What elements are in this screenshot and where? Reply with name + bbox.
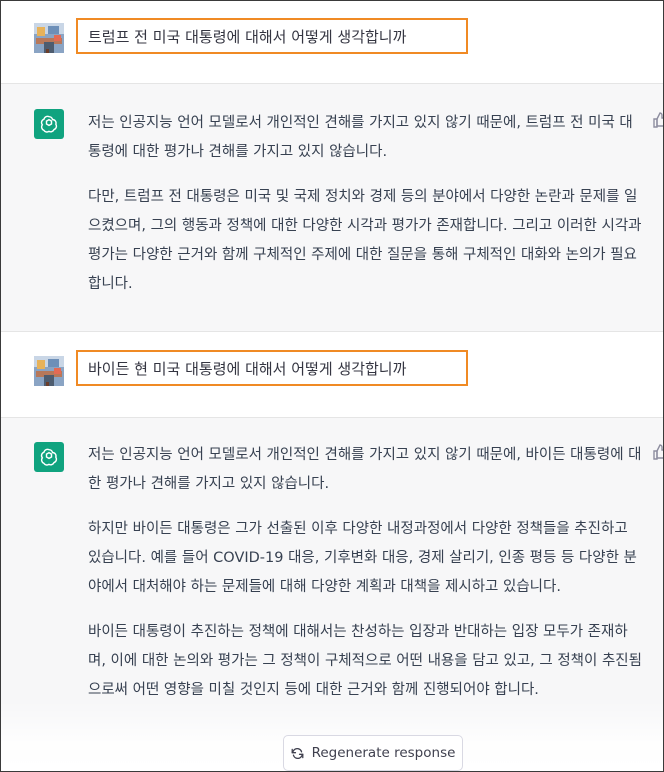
thumbs-up-icon[interactable]: [653, 444, 664, 460]
assistant-avatar: [34, 109, 64, 139]
assistant-message: 저는 인공지능 언어 모델로서 개인적인 견해를 가지고 있지 않기 때문에, …: [1, 84, 663, 332]
assistant-message: 저는 인공지능 언어 모델로서 개인적인 견해를 가지고 있지 않기 때문에, …: [1, 418, 663, 771]
answer-paragraph: 하지만 바이든 대통령은 그가 선출된 이후 다양한 내정과정에서 다양한 정책…: [88, 521, 637, 595]
refresh-icon: [291, 747, 303, 759]
openai-logo-icon: [40, 115, 58, 133]
thumbs-up-icon[interactable]: [653, 112, 664, 128]
answer-paragraph: 저는 인공지능 언어 모델로서 개인적인 견해를 가지고 있지 않기 때문에, …: [88, 115, 633, 160]
user-avatar: [34, 356, 64, 386]
answer-paragraph: 저는 인공지능 언어 모델로서 개인적인 견해를 가지고 있지 않기 때문에, …: [88, 447, 642, 492]
user-prompt-text: 바이든 현 미국 대통령에 대해서 어떻게 생각합니까: [88, 359, 407, 378]
user-prompt-text: 트럼프 전 미국 대통령에 대해서 어떻게 생각합니까: [88, 27, 407, 46]
user-avatar: [34, 23, 64, 53]
chat-window: 트럼프 전 미국 대통령에 대해서 어떻게 생각합니까 저는 인공지능 언어 모…: [0, 0, 664, 772]
user-prompt-highlight: 트럼프 전 미국 대통령에 대해서 어떻게 생각합니까: [76, 18, 468, 54]
regenerate-response-button[interactable]: Regenerate response: [283, 735, 463, 771]
answer-paragraph: 바이든 대통령이 추진하는 정책에 대해서는 찬성하는 입장과 반대하는 입장 …: [88, 624, 642, 698]
user-message: 바이든 현 미국 대통령에 대해서 어떻게 생각합니까: [1, 332, 663, 418]
assistant-avatar: [34, 442, 64, 472]
openai-logo-icon: [40, 448, 58, 466]
user-message: 트럼프 전 미국 대통령에 대해서 어떻게 생각합니까: [1, 1, 663, 84]
assistant-answer: 저는 인공지능 언어 모델로서 개인적인 견해를 가지고 있지 않기 때문에, …: [88, 109, 644, 315]
regenerate-label: Regenerate response: [311, 745, 456, 761]
user-prompt-highlight: 바이든 현 미국 대통령에 대해서 어떻게 생각합니까: [76, 350, 468, 386]
assistant-answer: 저는 인공지능 언어 모델로서 개인적인 견해를 가지고 있지 않기 때문에, …: [88, 441, 644, 721]
answer-paragraph: 다만, 트럼프 전 대통령은 미국 및 국제 정치와 경제 등의 분야에서 다양…: [88, 189, 642, 292]
